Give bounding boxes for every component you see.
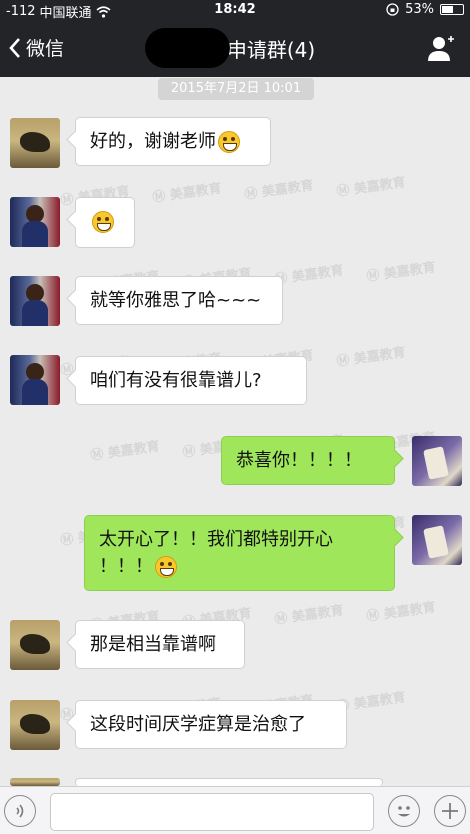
message-text: 那是相当靠谱啊	[90, 634, 216, 655]
battery-fill	[442, 6, 453, 13]
voice-icon	[16, 804, 24, 818]
message-bubble[interactable]: 那是相当靠谱啊	[75, 620, 245, 669]
avatar[interactable]	[10, 276, 60, 326]
message-text: 恭喜你！！！！	[236, 450, 362, 471]
more-button[interactable]	[434, 795, 466, 827]
avatar[interactable]	[10, 355, 60, 405]
grin-emoji-icon	[218, 131, 240, 153]
watermark-text: Ⓜ 美嘉教育	[273, 263, 345, 288]
voice-button[interactable]	[4, 795, 36, 827]
rotation-lock-icon	[386, 3, 399, 16]
message-bubble-partial[interactable]	[75, 778, 383, 786]
avatar[interactable]	[10, 620, 60, 670]
status-right: 53%	[386, 2, 464, 17]
status-bar: -112 中国联通 18:42 53%	[0, 0, 470, 21]
message-bubble[interactable]: 太开心了！！我们都特别开心 ！！！	[84, 515, 395, 591]
message-timestamp: 2015年7月2日 10:01	[158, 78, 314, 100]
avatar[interactable]	[10, 197, 60, 247]
watermark-text: Ⓜ 美嘉教育	[151, 181, 223, 206]
message-text: 这段时间厌学症算是治愈了	[90, 714, 306, 735]
watermark-text: Ⓜ 美嘉教育	[89, 439, 161, 464]
message-bubble[interactable]	[75, 197, 135, 248]
chat-info-button[interactable]	[426, 34, 456, 64]
watermark-text: Ⓜ 美嘉教育	[335, 175, 407, 200]
grin-emoji-icon	[155, 556, 177, 578]
person-icon	[428, 36, 454, 61]
message-text: 好的，谢谢老师	[90, 131, 216, 152]
message-text: 咱们有没有很靠谱儿?	[90, 370, 262, 391]
watermark-text: Ⓜ 美嘉教育	[365, 260, 437, 285]
grin-emoji-icon	[92, 211, 114, 233]
battery-icon	[440, 4, 464, 15]
watermark-text: Ⓜ 美嘉教育	[243, 178, 315, 203]
plus-icon	[442, 803, 458, 819]
message-input[interactable]	[50, 793, 374, 831]
redaction-mark	[145, 28, 230, 68]
message-bubble[interactable]: 咱们有没有很靠谱儿?	[75, 356, 307, 405]
watermark-text: Ⓜ 美嘉教育	[365, 600, 437, 625]
input-bar	[0, 786, 470, 834]
battery-percent: 53%	[405, 2, 434, 17]
message-bubble[interactable]: 这段时间厌学症算是治愈了	[75, 700, 347, 749]
message-bubble[interactable]: 就等你雅思了哈~~~	[75, 276, 283, 325]
emoji-button[interactable]	[388, 795, 420, 827]
nav-title-wrap: 申请群(4)	[0, 34, 470, 63]
avatar[interactable]	[10, 700, 60, 750]
nav-bar: 微信 申请群(4)	[0, 20, 470, 77]
message-bubble[interactable]: 好的，谢谢老师	[75, 117, 271, 166]
smiley-icon	[398, 806, 410, 817]
avatar[interactable]	[10, 778, 60, 786]
message-bubble[interactable]: 恭喜你！！！！	[221, 436, 395, 485]
avatar[interactable]	[412, 436, 462, 486]
message-text: 太开心了！！我们都特别开心	[99, 529, 333, 550]
avatar[interactable]	[412, 515, 462, 565]
watermark-text: Ⓜ 美嘉教育	[335, 345, 407, 370]
watermark-text: Ⓜ 美嘉教育	[273, 603, 345, 628]
message-text: 就等你雅思了哈~~~	[90, 290, 262, 311]
avatar[interactable]	[10, 118, 60, 168]
message-text-line2: ！！！	[99, 556, 153, 577]
